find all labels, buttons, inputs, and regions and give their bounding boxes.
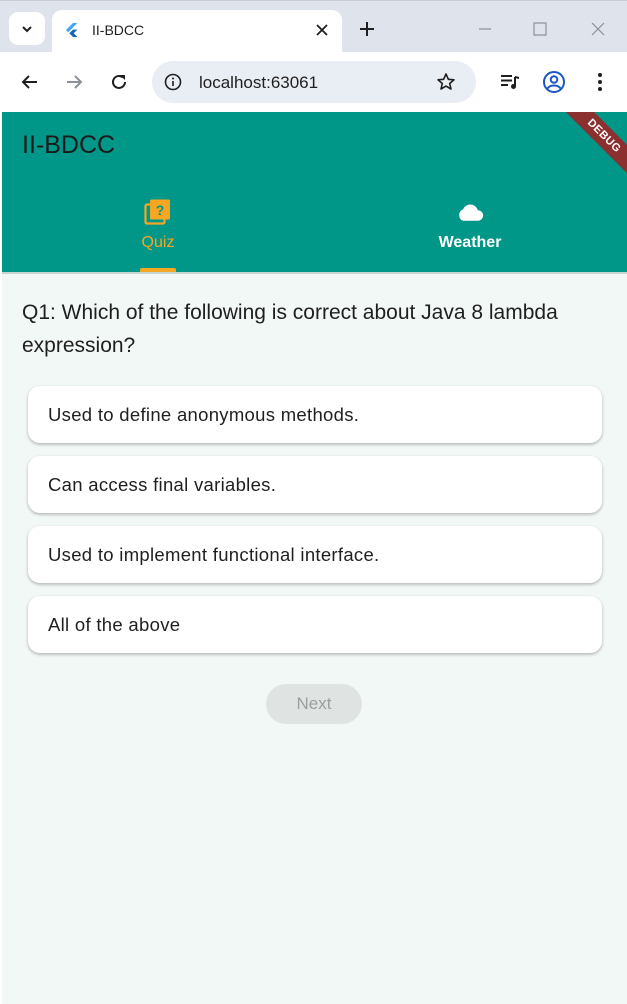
answer-option-label: Used to implement functional interface. xyxy=(48,544,380,565)
profile-button[interactable] xyxy=(542,70,566,94)
reload-icon xyxy=(112,74,126,89)
maximize-icon xyxy=(533,22,547,36)
info-icon xyxy=(164,73,182,91)
account-icon xyxy=(543,71,565,93)
back-button[interactable] xyxy=(18,70,42,94)
close-tab-button[interactable] xyxy=(312,20,332,40)
media-playlist-icon xyxy=(501,75,520,89)
quiz-icon: ? xyxy=(144,198,172,226)
answer-option[interactable]: All of the above xyxy=(28,596,602,653)
more-vert-icon xyxy=(598,73,602,91)
tab-weather-label: Weather xyxy=(438,234,502,251)
new-tab-button[interactable] xyxy=(356,18,378,40)
close-icon xyxy=(591,22,605,36)
forward-button[interactable] xyxy=(62,70,86,94)
reload-button[interactable] xyxy=(107,70,131,94)
flutter-icon xyxy=(66,23,78,37)
tab-quiz[interactable]: ? Quiz xyxy=(3,198,313,272)
site-info-button[interactable] xyxy=(162,71,184,93)
arrow-right-icon xyxy=(67,75,83,89)
tab-title: II-BDCC xyxy=(92,22,145,38)
debug-banner: DEBUG xyxy=(554,112,627,186)
app-bar: II-BDCC DEBUG ? Quiz Weather xyxy=(2,112,627,272)
star-icon xyxy=(437,73,455,90)
answer-option[interactable]: Used to define anonymous methods. xyxy=(28,386,602,443)
cloud-icon xyxy=(456,198,484,226)
question-text: Q1: Which of the following is correct ab… xyxy=(22,301,558,357)
browser-toolbar: localhost:63061 xyxy=(0,52,627,112)
chevron-down-icon xyxy=(22,25,32,32)
tab-quiz-label: Quiz xyxy=(141,234,175,251)
minimize-button[interactable] xyxy=(474,18,496,40)
quiz-screen: Q1: Which of the following is correct ab… xyxy=(2,272,627,1004)
tab-weather[interactable]: Weather xyxy=(315,198,625,272)
answer-option[interactable]: Can access final variables. xyxy=(28,456,602,513)
close-window-button[interactable] xyxy=(587,18,609,40)
address-bar[interactable]: localhost:63061 xyxy=(152,61,476,103)
maximize-button[interactable] xyxy=(529,18,551,40)
browser-tab-strip: II-BDCC xyxy=(0,0,627,53)
answer-option[interactable]: Used to implement functional interface. xyxy=(28,526,602,583)
svg-text:?: ? xyxy=(156,202,165,218)
next-button[interactable]: Next xyxy=(266,684,362,724)
url-text: localhost:63061 xyxy=(199,73,319,92)
browser-menu-button[interactable] xyxy=(588,70,612,94)
media-button[interactable] xyxy=(498,70,522,94)
browser-tab[interactable]: II-BDCC xyxy=(52,10,342,53)
minimize-icon xyxy=(479,28,491,30)
answer-option-label: Can access final variables. xyxy=(48,474,277,495)
close-icon xyxy=(316,24,328,36)
app-title: II-BDCC xyxy=(22,131,116,159)
plus-icon xyxy=(360,22,374,36)
bookmark-button[interactable] xyxy=(435,71,457,93)
arrow-left-icon xyxy=(21,75,37,89)
answer-option-label: All of the above xyxy=(48,614,181,635)
answer-option-label: Used to define anonymous methods. xyxy=(48,404,360,425)
tab-search-button[interactable] xyxy=(9,12,45,45)
